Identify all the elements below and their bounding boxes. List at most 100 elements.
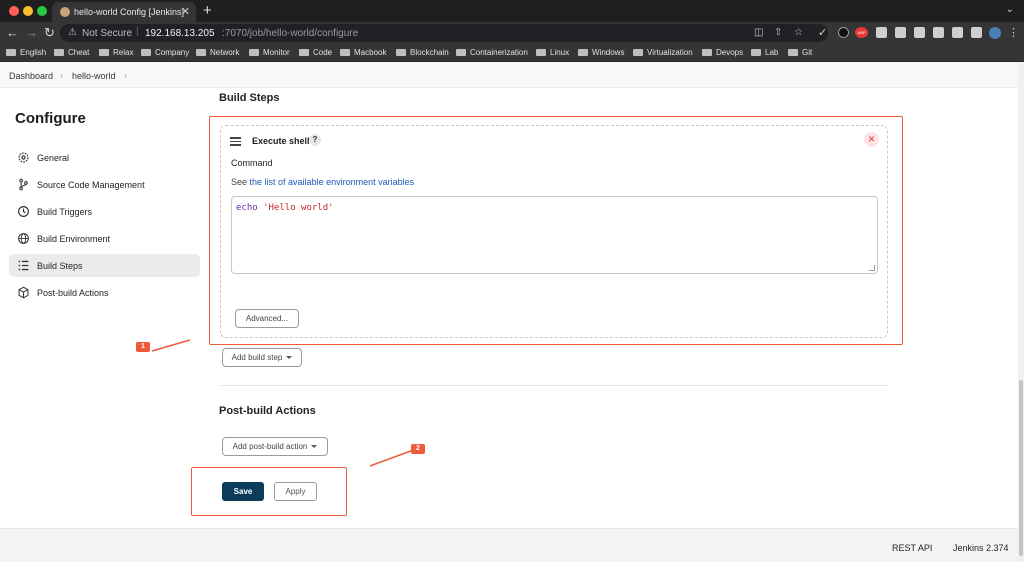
bookmark-git[interactable]: Git [788,48,812,57]
bookmark-cheat[interactable]: Cheat [54,48,89,57]
bookmark-company[interactable]: Company [141,48,189,57]
sidebar-item-label: Source Code Management [37,180,145,190]
page-scrollbar[interactable] [1018,62,1024,562]
sidebar-item-source-code-management[interactable]: Source Code Management [9,173,200,196]
bookmark-lab[interactable]: Lab [751,48,778,57]
checkmark-extension-icon[interactable]: ✓ [818,26,827,39]
adblock-icon[interactable]: ABP [855,27,868,38]
tab-title: hello-world Config [Jenkins] [74,7,185,17]
annotation-highlight-save-apply [191,467,347,516]
bookmark-containerization[interactable]: Containerization [456,48,528,57]
bookmark-linux[interactable]: Linux [536,48,569,57]
sidebar-item-label: Post-build Actions [37,288,109,298]
profile-avatar[interactable] [989,27,1001,39]
rest-api-link[interactable]: REST API [892,543,932,553]
reload-icon[interactable]: ↻ [44,25,55,41]
add-build-step-button[interactable]: Add build step [222,348,302,367]
sidebar-icon[interactable] [971,27,982,38]
not-secure-label: Not Secure [82,28,133,39]
bookmark-network[interactable]: Network [196,48,239,57]
puzzle-extensions-icon[interactable] [933,27,944,38]
clock-icon [18,206,29,217]
bookmark-windows[interactable]: Windows [578,48,624,57]
bookmark-macbook[interactable]: Macbook [340,48,386,57]
sidebar-item-label: Build Steps [37,261,83,271]
tab-close-icon[interactable]: ✕ [181,5,190,18]
build-steps-heading: Build Steps [219,92,280,104]
chevron-right-icon: › [124,70,127,80]
extension-icon-3[interactable] [914,27,925,38]
page-footer: REST API Jenkins 2.374 [0,528,1018,562]
forward-arrow-icon[interactable]: → [25,25,38,40]
bookmark-devops[interactable]: Devops [702,48,743,57]
folder-icon [141,49,151,56]
warning-icon: ⚠ [68,27,77,38]
branch-icon [19,178,28,191]
section-divider [220,385,888,386]
sidebar-item-label: General [37,153,70,163]
add-post-build-action-button[interactable]: Add post-build action [222,437,328,456]
folder-icon [578,49,588,56]
sidebar-item-build-environment[interactable]: Build Environment [9,227,200,250]
jenkins-favicon-icon [60,7,70,17]
caret-down-icon [286,356,293,359]
sidebar-item-build-triggers[interactable]: Build Triggers [9,200,200,223]
sidebar-item-post-build-actions[interactable]: Post-build Actions [9,281,200,304]
bookmark-virtualization[interactable]: Virtualization [633,48,693,57]
sidebar-item-label: Build Triggers [37,207,93,217]
bookmark-code[interactable]: Code [299,48,332,57]
address-separator: | [136,26,139,37]
bookmark-star-icon[interactable]: ☆ [794,27,803,38]
address-bar[interactable]: ⚠ Not Secure | 192.168.13.205 :7070/job/… [60,24,828,42]
extension-icon-1[interactable] [876,27,887,38]
folder-icon [396,49,406,56]
extension-icon-2[interactable] [895,27,906,38]
browser-tab-bar: hello-world Config [Jenkins] ✕ + ⌄ [0,0,1024,22]
translate-icon[interactable]: ◫ [754,27,763,38]
reading-list-icon[interactable] [952,27,963,38]
browser-menu-icon[interactable]: ⋮ [1008,26,1019,39]
folder-icon [54,49,64,56]
bookmark-blockchain[interactable]: Blockchain [396,48,449,57]
page-title: Configure [15,110,86,127]
annotation-badge-2: 2 [411,444,425,454]
bookmark-monitor[interactable]: Monitor [249,48,290,57]
jenkins-version-link[interactable]: Jenkins 2.374 [953,543,1009,553]
back-arrow-icon[interactable]: ← [6,25,19,40]
annotation-arrow-2 [369,448,417,467]
dark-extension-icon[interactable] [838,27,849,38]
annotation-arrow-1 [151,339,191,352]
browser-tab[interactable]: hello-world Config [Jenkins] ✕ [52,2,196,22]
folder-icon [299,49,309,56]
address-host: 192.168.13.205 [145,28,215,39]
breadcrumb-hello-world[interactable]: hello-world [72,71,116,81]
new-tab-button[interactable]: + [203,2,212,19]
sidebar-item-build-steps[interactable]: Build Steps [9,254,200,277]
bookmarks-bar: English Cheat Relax Company Network Moni… [0,44,1024,62]
annotation-highlight-build-step [209,116,903,345]
list-icon [18,260,29,271]
gear-icon [18,152,29,163]
bookmark-relax[interactable]: Relax [99,48,133,57]
scrollbar-thumb[interactable] [1019,380,1023,556]
browser-toolbar: ← → ↻ ⚠ Not Secure | 192.168.13.205 :707… [0,22,1024,44]
package-icon [18,286,29,299]
folder-icon [6,49,16,56]
annotation-badge-1: 1 [136,342,150,352]
folder-icon [633,49,643,56]
folder-icon [249,49,259,56]
share-icon[interactable]: ⇧ [774,27,782,38]
chevron-right-icon: › [60,70,63,80]
minimize-window-button[interactable] [23,6,33,16]
close-window-button[interactable] [9,6,19,16]
tab-search-chevron-icon[interactable]: ⌄ [1006,4,1014,15]
folder-icon [788,49,798,56]
post-build-heading: Post-build Actions [219,405,316,417]
maximize-window-button[interactable] [37,6,47,16]
folder-icon [702,49,712,56]
sidebar-item-general[interactable]: General [9,146,200,169]
globe-icon [18,233,29,244]
breadcrumb-dashboard[interactable]: Dashboard [9,71,53,81]
bookmark-english[interactable]: English [6,48,46,57]
folder-icon [99,49,109,56]
